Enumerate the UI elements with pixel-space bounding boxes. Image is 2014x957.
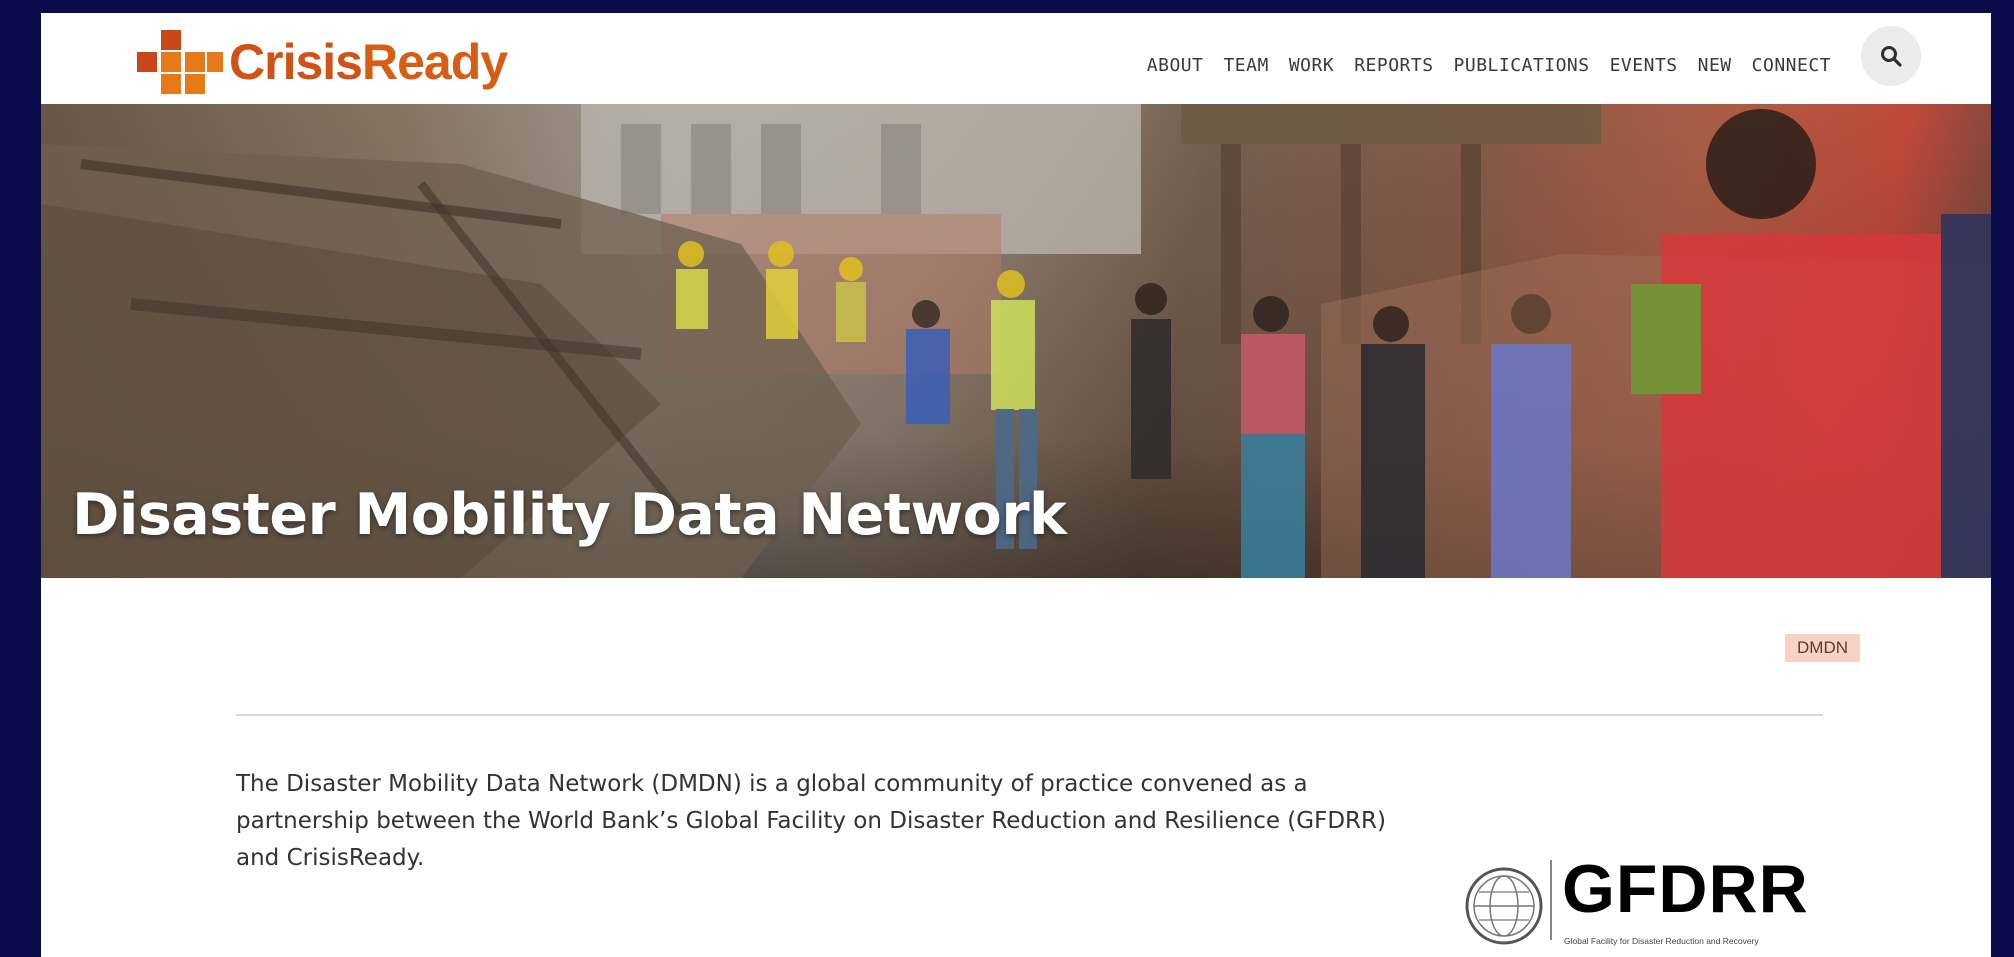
tag-badge[interactable]: DMDN: [1785, 634, 1860, 662]
page-title: Disaster Mobility Data Network: [72, 482, 1067, 548]
logo-text-crisis: Crisis: [229, 34, 363, 90]
divider: [236, 714, 1823, 716]
gfdrr-wordmark: GFDRR: [1562, 851, 1809, 927]
intro-paragraph: The Disaster Mobility Data Network (DMDN…: [236, 771, 1386, 871]
crisisready-logo[interactable]: CrisisReady: [137, 25, 508, 99]
main-nav: ABOUT TEAM WORK REPORTS PUBLICATIONS EVE…: [1137, 43, 1841, 88]
nav-item-work[interactable]: WORK: [1279, 43, 1344, 88]
search-button[interactable]: [1861, 26, 1921, 86]
nav-item-new[interactable]: NEW: [1688, 43, 1742, 88]
logo-mark-icon: [137, 30, 223, 94]
page: CrisisReady ABOUT TEAM WORK REPORTS PUBL…: [41, 13, 1991, 957]
gfdrr-logo[interactable]: GFDRR Global Facility for Disaster Reduc…: [1464, 851, 1808, 957]
gfdrr-tagline: Global Facility for Disaster Reduction a…: [1564, 936, 1759, 946]
nav-item-publications[interactable]: PUBLICATIONS: [1444, 43, 1600, 88]
nav-item-events[interactable]: EVENTS: [1600, 43, 1688, 88]
logo-text: CrisisReady: [229, 34, 508, 90]
nav-item-connect[interactable]: CONNECT: [1742, 43, 1841, 88]
search-icon: [1881, 46, 1902, 67]
nav-item-reports[interactable]: REPORTS: [1344, 43, 1443, 88]
nav-item-team[interactable]: TEAM: [1213, 43, 1278, 88]
logo-separator: [1550, 860, 1552, 940]
hero-banner: Disaster Mobility Data Network: [41, 104, 1991, 578]
site-header: CrisisReady ABOUT TEAM WORK REPORTS PUBL…: [41, 13, 1991, 104]
globe-icon: [1465, 867, 1543, 945]
logo-text-ready: Ready: [361, 34, 508, 90]
nav-item-about[interactable]: ABOUT: [1137, 43, 1214, 88]
